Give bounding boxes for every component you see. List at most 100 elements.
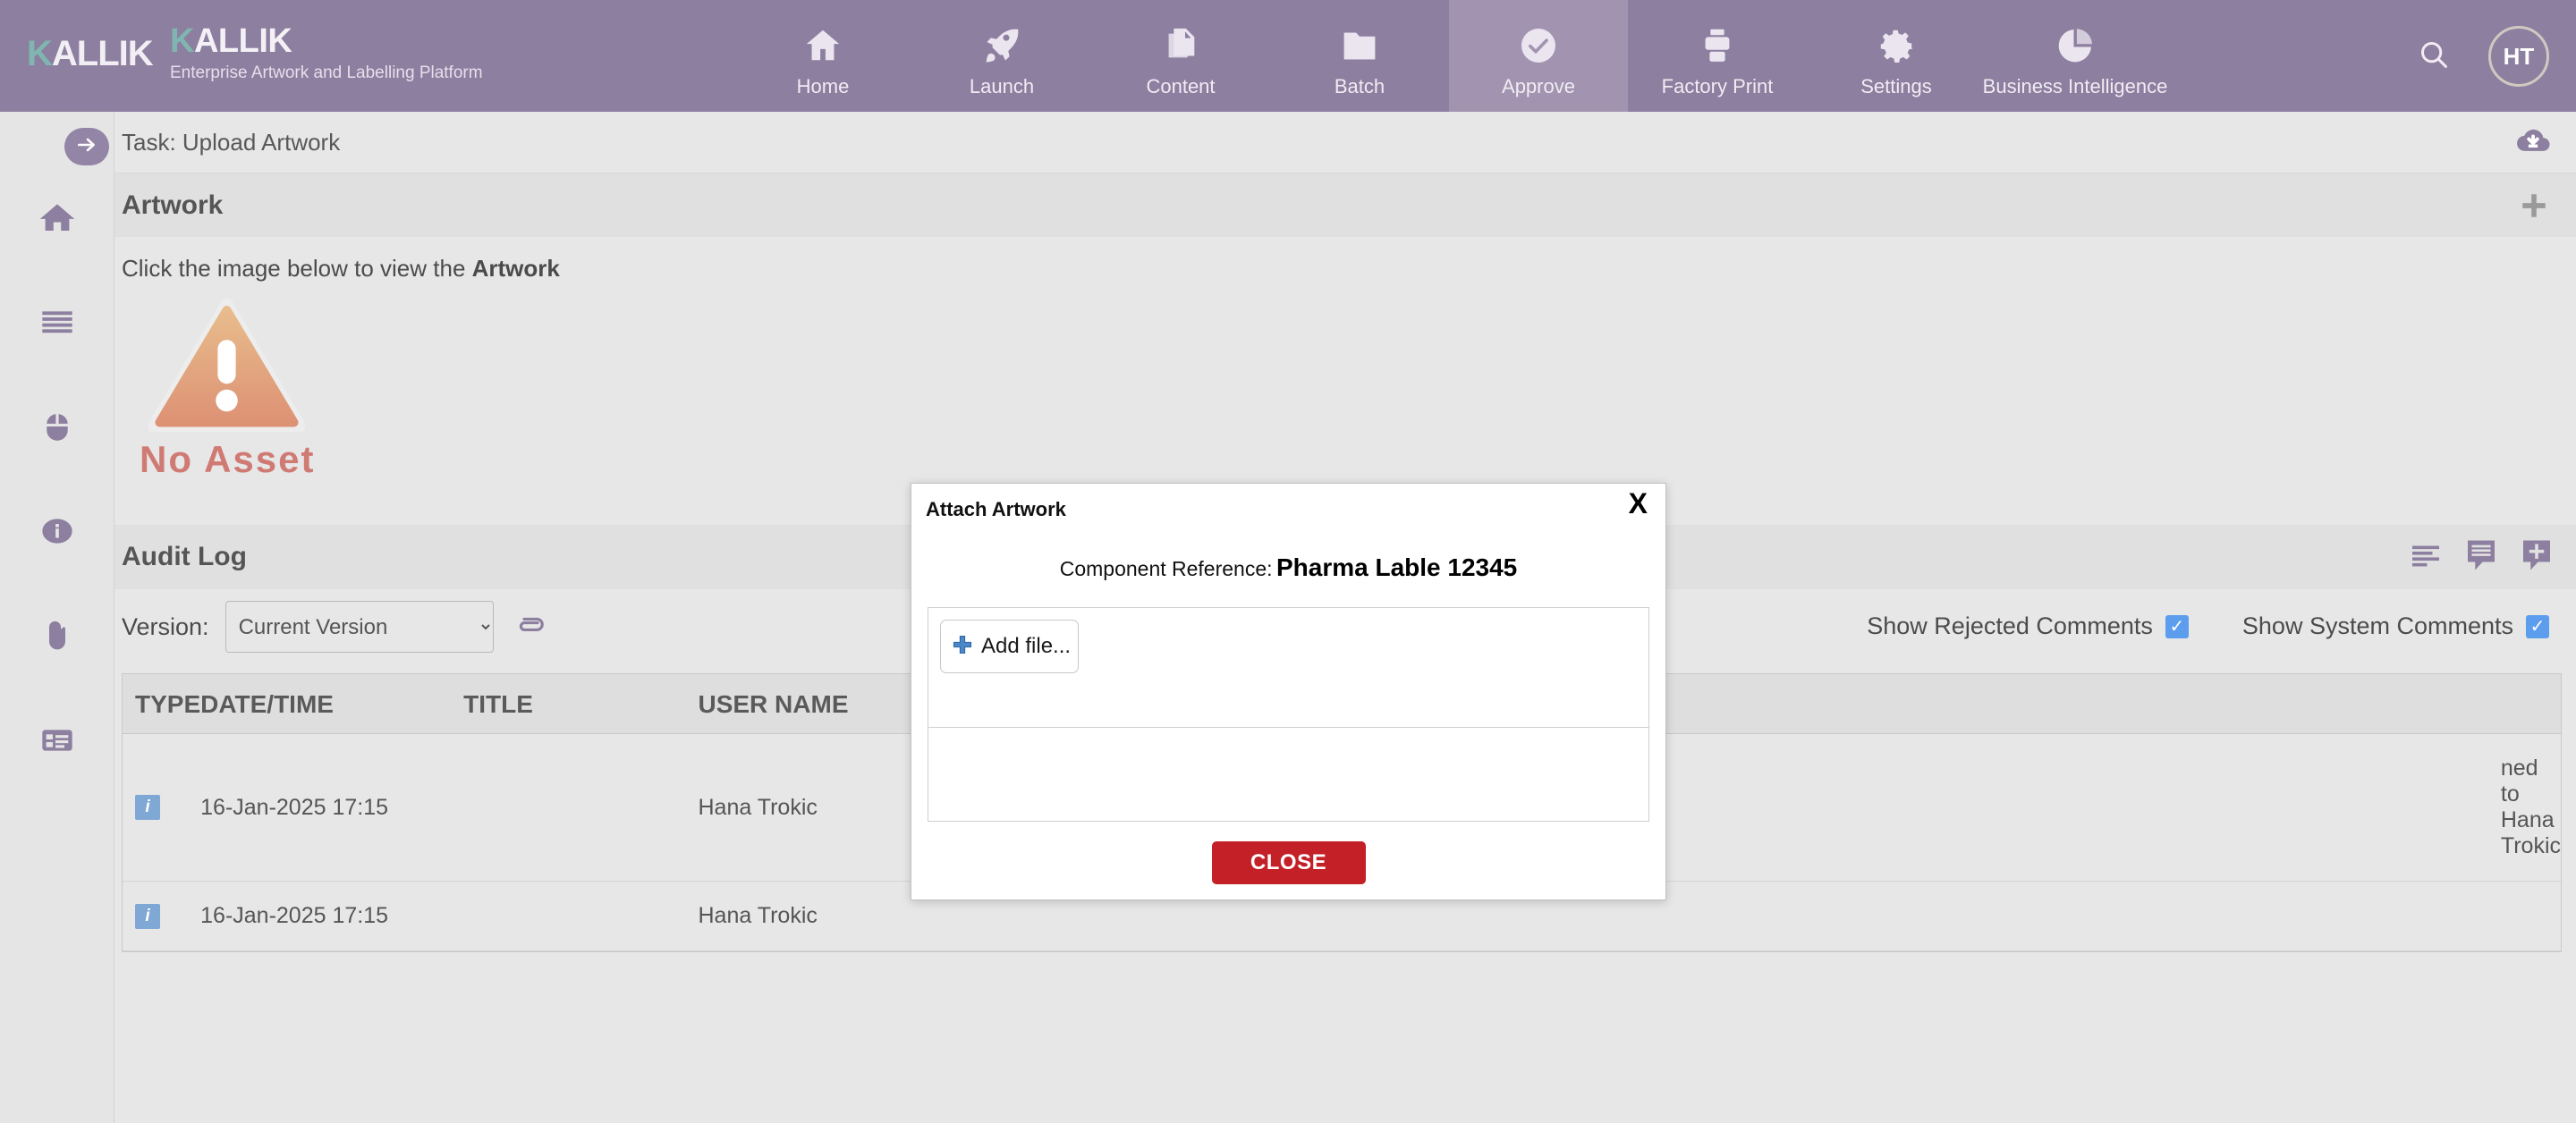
sidebar-item-comments[interactable] [0, 690, 114, 795]
component-reference: Component Reference: Pharma Lable 12345 [911, 553, 1665, 582]
mouse-icon [40, 410, 74, 448]
artwork-section-header: Artwork [114, 173, 2576, 237]
nav-item-settings[interactable]: Settings [1807, 0, 1986, 112]
audit-log-checkboxes: Show Rejected Comments ✓ Show System Com… [1867, 612, 2549, 640]
close-button[interactable]: CLOSE [1212, 841, 1366, 884]
plus-icon[interactable] [2519, 190, 2549, 225]
task-bar: Task: Upload Artwork [114, 112, 2576, 173]
column-header-type[interactable]: TYPE [123, 674, 200, 734]
show-system-comments-toggle[interactable]: Show System Comments ✓ [2242, 612, 2549, 640]
list-detail-icon [39, 722, 75, 763]
modal-footer: CLOSE [911, 841, 1665, 884]
attach-artwork-paperclip-button[interactable] [513, 609, 546, 646]
home-icon [802, 20, 843, 72]
close-icon[interactable]: X [1629, 489, 1648, 518]
comment-plus-icon[interactable] [2521, 537, 2553, 578]
component-reference-label: Component Reference: [1060, 557, 1273, 580]
audit-log-title: Audit Log [122, 542, 247, 572]
nav-label-approve: Approve [1502, 75, 1575, 98]
home-icon [38, 198, 77, 241]
sidebar-item-info[interactable] [0, 481, 114, 586]
show-rejected-comments-label: Show Rejected Comments [1867, 612, 2153, 640]
kallik-logo-mark[interactable]: KALLIK [27, 34, 153, 74]
artwork-body: Click the image below to view the Artwor… [114, 237, 2576, 525]
add-file-button[interactable]: Add file... [940, 620, 1079, 673]
arrow-right-icon [75, 133, 98, 161]
nav-item-content[interactable]: Content [1091, 0, 1270, 112]
info-icon [39, 513, 75, 553]
brand-tagline: Enterprise Artwork and Labelling Platfor… [170, 63, 483, 83]
align-left-icon[interactable] [2410, 539, 2442, 576]
sidebar-item-attachments[interactable] [0, 586, 114, 690]
pie-chart-icon [2055, 20, 2096, 72]
show-rejected-comments-checkbox[interactable]: ✓ [2165, 615, 2189, 638]
artwork-section-title: Artwork [122, 190, 223, 221]
no-asset-label: No Asset [140, 438, 345, 481]
nav-item-batch[interactable]: Batch [1270, 0, 1449, 112]
check-circle-icon [1517, 20, 1560, 72]
header-actions: HT [2402, 25, 2549, 88]
version-label: Version: [122, 613, 209, 641]
nav-item-home[interactable]: Home [733, 0, 912, 112]
sidebar-item-home[interactable] [0, 167, 114, 272]
nav-label-home: Home [797, 75, 850, 98]
column-header-datetime[interactable]: DATE/TIME [200, 674, 463, 734]
user-avatar[interactable]: HT [2488, 26, 2549, 87]
warning-triangle-icon [148, 299, 305, 433]
file-list-area[interactable] [928, 728, 1649, 822]
cell-title [463, 734, 698, 882]
cell-datetime: 16-Jan-2025 17:15 [200, 734, 463, 882]
search-button[interactable] [2402, 25, 2465, 88]
cloud-download-icon[interactable] [2513, 122, 2553, 166]
artwork-hint-prefix: Click the image below to view the [122, 255, 472, 282]
modal-header: Attach Artwork X [911, 484, 1665, 534]
gear-icon [1876, 20, 1917, 72]
audit-log-tools [2410, 537, 2553, 578]
comment-lines-icon[interactable] [2465, 537, 2497, 578]
nav-label-factory-print: Factory Print [1662, 75, 1774, 98]
artwork-hint-bold: Artwork [472, 255, 560, 282]
show-system-comments-checkbox[interactable]: ✓ [2526, 615, 2549, 638]
task-label: Task: Upload Artwork [122, 129, 340, 156]
nav-label-settings: Settings [1860, 75, 1932, 98]
folder-icon [1339, 20, 1380, 72]
modal-title: Attach Artwork [926, 498, 1066, 520]
nav-item-launch[interactable]: Launch [912, 0, 1091, 112]
nav-label-launch: Launch [970, 75, 1034, 98]
nav-label-content: Content [1146, 75, 1215, 98]
logo-rest: ALLIK [52, 34, 153, 73]
artwork-hint: Click the image below to view the Artwor… [122, 255, 2576, 283]
nav-item-approve[interactable]: Approve [1449, 0, 1628, 112]
info-badge-icon: i [135, 904, 160, 929]
nav-item-business-intelligence[interactable]: Business Intelligence [1986, 0, 2165, 112]
no-asset-thumbnail[interactable]: No Asset [140, 299, 345, 481]
cell-type: i [123, 734, 200, 882]
attach-artwork-modal: Attach Artwork X Component Reference: Ph… [911, 483, 1666, 900]
sidebar-item-mouse[interactable] [0, 376, 114, 481]
info-badge-icon: i [135, 795, 160, 820]
show-rejected-comments-toggle[interactable]: Show Rejected Comments ✓ [1867, 612, 2189, 640]
documents-icon [1160, 20, 1201, 72]
logo-k-glyph: K [27, 34, 52, 73]
paperclip-icon [39, 618, 75, 658]
nav-label-batch: Batch [1335, 75, 1385, 98]
column-header-title[interactable]: TITLE [463, 674, 698, 734]
top-header: KALLIK KALLIK Enterprise Artwork and Lab… [0, 0, 2576, 112]
nav-label-business-intelligence: Business Intelligence [1983, 75, 2168, 98]
file-uploader-toolbar: Add file... [928, 607, 1649, 728]
nav-item-factory-print[interactable]: Factory Print [1628, 0, 1807, 112]
brand-k-glyph: K [170, 22, 194, 60]
cell-title [463, 882, 698, 951]
component-reference-value: Pharma Lable 12345 [1276, 553, 1517, 581]
add-file-label: Add file... [981, 634, 1071, 659]
version-select[interactable]: Current Version [225, 601, 494, 653]
sidebar-expand-button[interactable] [64, 128, 109, 165]
cell-type: i [123, 882, 200, 951]
brand-name: KALLIK [170, 22, 483, 61]
plus-blue-icon [952, 634, 973, 660]
printer-icon [1697, 20, 1738, 72]
brand-block: KALLIK Enterprise Artwork and Labelling … [170, 22, 483, 83]
main-navigation: Home Launch Content Batch Approve [733, 0, 2165, 112]
list-lines-icon [39, 304, 75, 344]
sidebar-item-list[interactable] [0, 272, 114, 376]
